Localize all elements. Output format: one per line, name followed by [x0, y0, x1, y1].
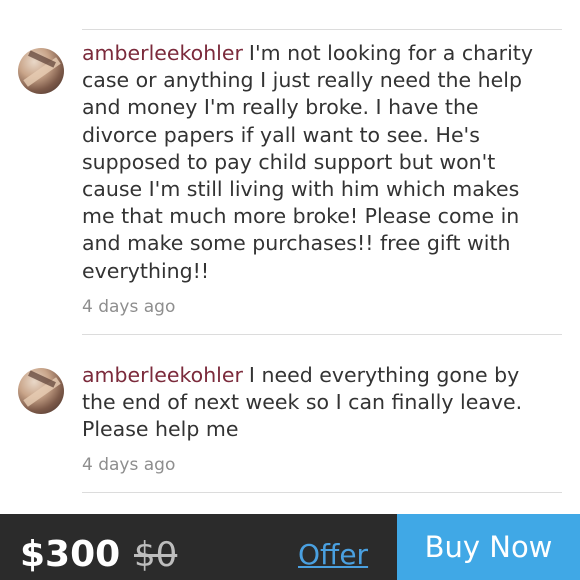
comment-timestamp: 4 days ago [82, 455, 176, 475]
divider [82, 334, 562, 335]
comment-username[interactable]: amberleekohler [82, 363, 243, 387]
buy-now-button[interactable]: Buy Now [397, 514, 580, 580]
comment-body: amberleekohler I'm not looking for a char… [82, 40, 552, 285]
original-price: $0 [134, 535, 178, 575]
comment-body: amberleekohler I need everything gone by … [82, 362, 552, 444]
comment-username[interactable]: amberleekohler [82, 41, 243, 65]
heart-like-icon[interactable] [14, 0, 62, 12]
price: $300 [20, 534, 121, 575]
comment-text: I'm not looking for a charity case or an… [82, 41, 533, 283]
avatar[interactable] [18, 368, 64, 414]
divider [82, 492, 562, 493]
divider-top [82, 29, 562, 30]
buy-now-label: Buy Now [424, 530, 553, 564]
comment-timestamp: 4 days ago [82, 297, 176, 317]
avatar[interactable] [18, 48, 64, 94]
offer-link[interactable]: Offer [298, 522, 368, 580]
